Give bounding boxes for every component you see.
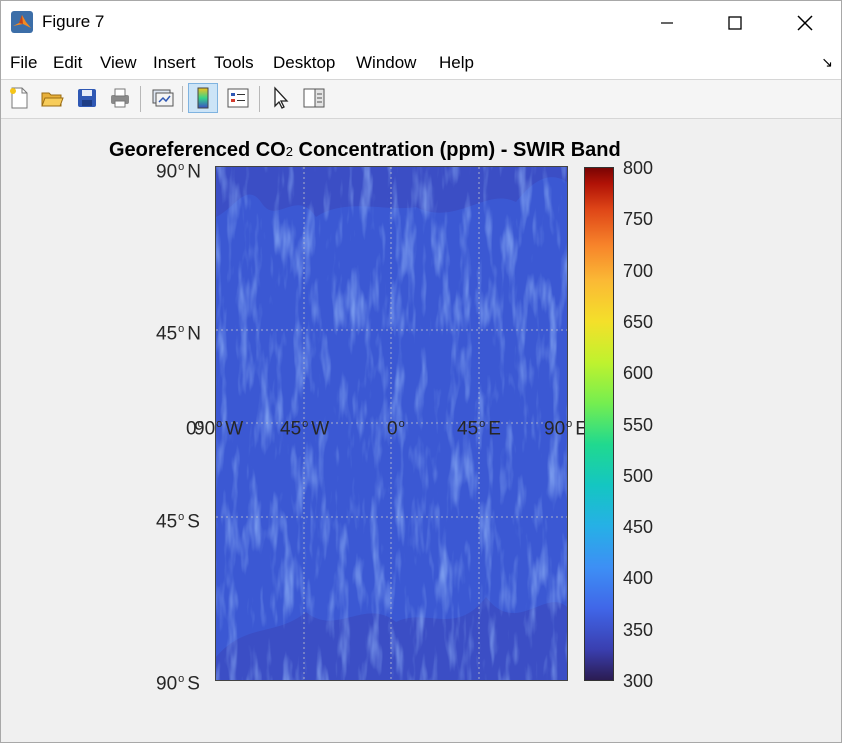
close-icon bbox=[797, 15, 813, 31]
maximize-button[interactable] bbox=[701, 1, 769, 45]
lon-label-90e: 90o E bbox=[544, 418, 588, 440]
minimize-icon bbox=[661, 22, 673, 24]
close-button[interactable] bbox=[771, 1, 839, 45]
maximize-icon bbox=[728, 16, 742, 30]
menu-file[interactable]: File bbox=[10, 53, 37, 73]
toolbar-separator bbox=[140, 86, 141, 112]
pointer-icon bbox=[274, 86, 289, 109]
lat-label-90n: 90o N bbox=[156, 161, 201, 183]
menu-bar: File Edit View Insert Tools Desktop Wind… bbox=[1, 45, 841, 80]
colorbar-tick-label: 400 bbox=[623, 568, 654, 589]
menu-help[interactable]: Help bbox=[439, 53, 474, 73]
window-title: Figure 7 bbox=[42, 12, 105, 31]
lon-label-0: 0o bbox=[387, 418, 405, 440]
matlab-logo-icon bbox=[11, 11, 33, 33]
colorbar-tick-label: 350 bbox=[623, 619, 654, 640]
title-subscript: 2 bbox=[285, 144, 293, 159]
print-button[interactable] bbox=[105, 83, 135, 113]
lon-label-45e: 45o E bbox=[457, 418, 501, 440]
colorbar-tick-label: 550 bbox=[623, 414, 654, 435]
open-file-icon bbox=[41, 92, 64, 107]
link-plot-button[interactable] bbox=[147, 83, 177, 113]
lon-label-45w: 45o W bbox=[280, 418, 330, 440]
colorbar[interactable] bbox=[584, 167, 614, 681]
menu-view[interactable]: View bbox=[100, 53, 137, 73]
print-icon bbox=[111, 88, 129, 108]
colorbar-tick-label: 650 bbox=[623, 311, 654, 332]
new-figure-button[interactable] bbox=[4, 83, 34, 113]
menu-window[interactable]: Window bbox=[356, 53, 416, 73]
colorbar-tick-label: 750 bbox=[623, 209, 654, 230]
lat-label-45s: 45o S bbox=[156, 511, 200, 533]
plot-title: Georeferenced CO2 Concentration (ppm) - … bbox=[109, 139, 621, 161]
lat-label-45n: 45o N bbox=[156, 323, 201, 345]
property-inspector-icon bbox=[303, 88, 325, 108]
insert-legend-button[interactable] bbox=[223, 83, 253, 113]
property-inspector-button[interactable] bbox=[299, 83, 329, 113]
menu-tools[interactable]: Tools bbox=[214, 53, 254, 73]
menu-insert[interactable]: Insert bbox=[153, 53, 196, 73]
colorbar-tick-label: 700 bbox=[623, 260, 654, 281]
title-bar: Figure 7 bbox=[1, 1, 841, 45]
link-plot-icon bbox=[152, 89, 174, 107]
insert-colorbar-button[interactable] bbox=[188, 83, 218, 113]
edit-plot-button[interactable] bbox=[266, 83, 296, 113]
figure-window: Figure 7 File Edit View Insert Tools Des… bbox=[0, 0, 842, 743]
save-icon bbox=[78, 89, 96, 107]
colorbar-tick-label: 500 bbox=[623, 465, 654, 486]
colorbar-icon bbox=[197, 87, 209, 109]
minimize-button[interactable] bbox=[633, 1, 701, 45]
lat-label-90s: 90o S bbox=[156, 673, 200, 695]
colorbar-tick-label: 800 bbox=[623, 158, 654, 178]
colorbar-tick-label: 600 bbox=[623, 363, 654, 384]
legend-icon bbox=[227, 88, 249, 108]
menu-edit[interactable]: Edit bbox=[53, 53, 82, 73]
save-button[interactable] bbox=[72, 83, 102, 113]
menu-desktop[interactable]: Desktop bbox=[273, 53, 335, 73]
colorbar-tick-label: 450 bbox=[623, 517, 654, 538]
colorbar-tick-label: 300 bbox=[623, 671, 654, 691]
lon-label-90w: 90o W bbox=[194, 418, 244, 440]
toolbar bbox=[1, 80, 841, 119]
new-figure-icon bbox=[10, 87, 28, 109]
toolbar-separator bbox=[259, 86, 260, 112]
dock-arrow-icon[interactable]: ↘ bbox=[821, 54, 833, 71]
toolbar-separator bbox=[182, 86, 183, 112]
open-file-button[interactable] bbox=[37, 83, 67, 113]
